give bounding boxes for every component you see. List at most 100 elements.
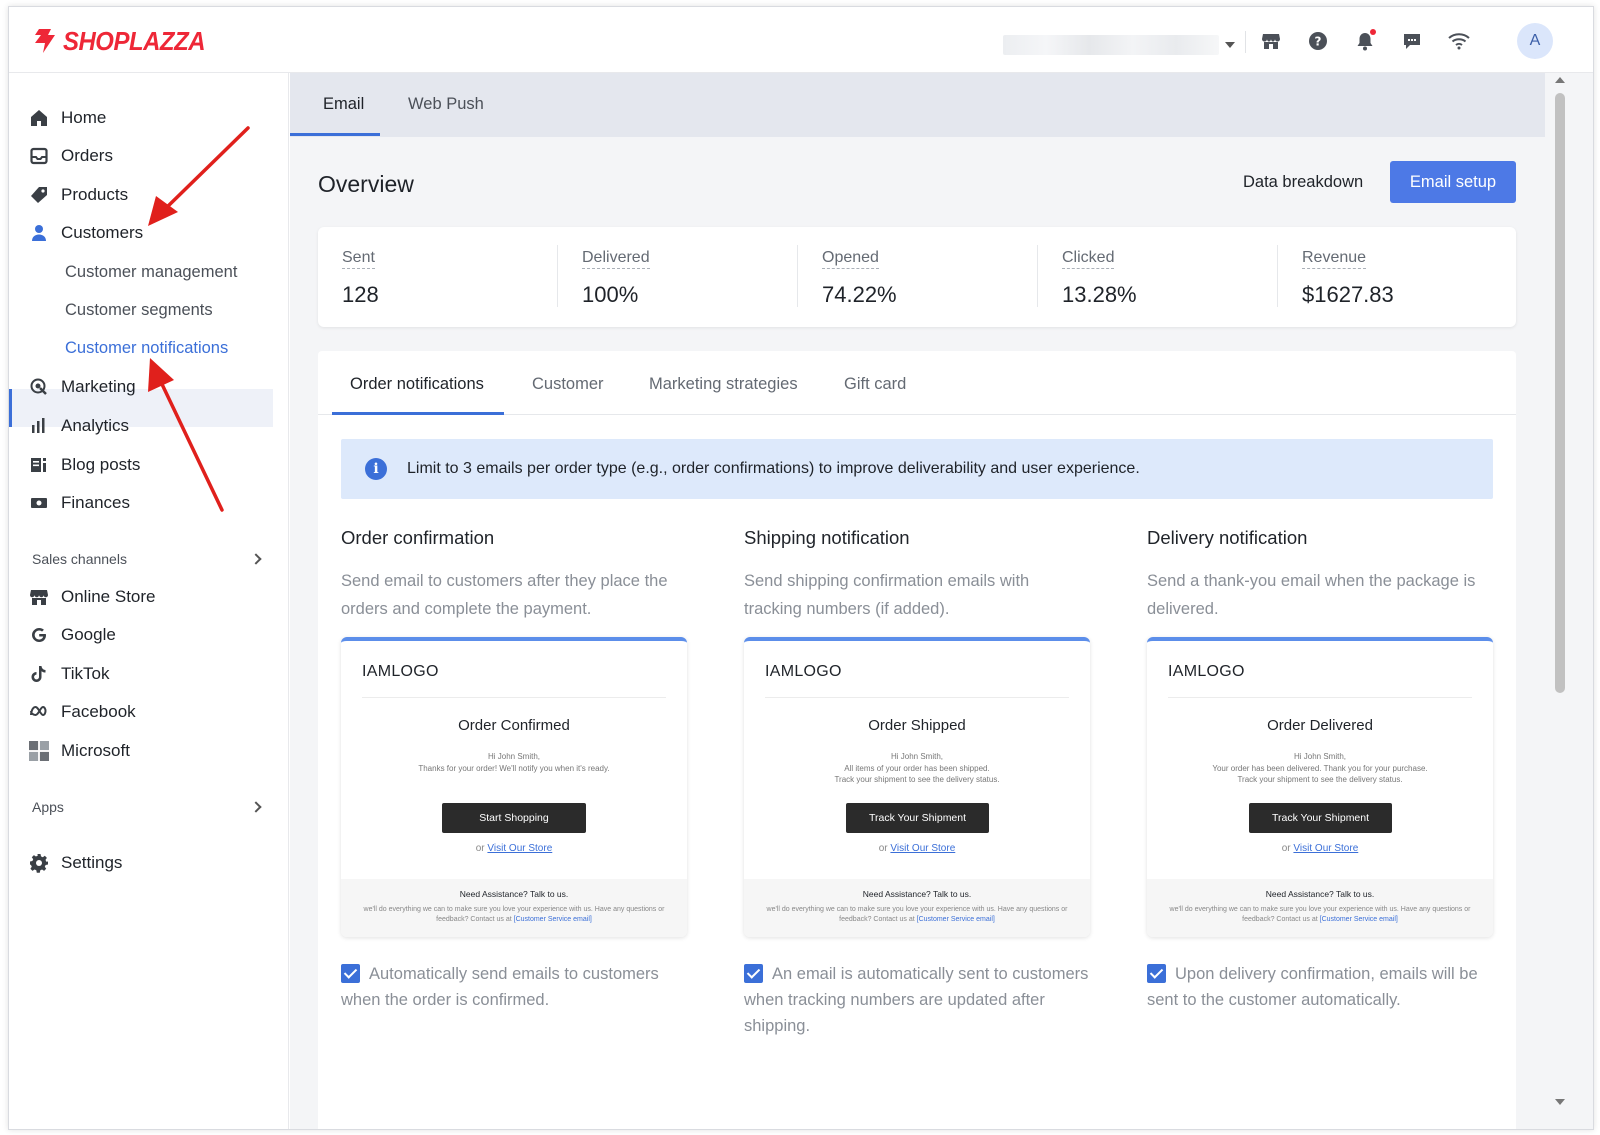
sidebar-item-marketing[interactable]: Marketing (29, 372, 136, 402)
sidebar-item-label: TikTok (61, 664, 110, 683)
checkbox-label: Upon delivery confirmation, emails will … (1147, 965, 1478, 1009)
email-body: Hi John Smith, Thanks for your order! We… (341, 751, 687, 774)
sidebar-item-facebook[interactable]: Facebook (29, 697, 136, 727)
wifi-icon[interactable] (1445, 27, 1473, 55)
notification-description: Send shipping confirmation emails with t… (744, 567, 1090, 623)
gear-icon (29, 853, 49, 873)
help-icon[interactable]: ? (1304, 27, 1332, 55)
person-icon (29, 223, 49, 243)
stat-label[interactable]: Clicked (1062, 249, 1115, 269)
info-icon: i (365, 458, 387, 480)
email-heading: Order Confirmed (458, 717, 570, 734)
sidebar-item-label: Home (61, 108, 107, 127)
sidebar-item-label: Products (61, 185, 129, 204)
store-name-blurred (1003, 35, 1219, 55)
sidebar-item-label: Orders (61, 146, 113, 165)
sidebar-item-customers[interactable]: Customers (29, 218, 143, 248)
brand-logo[interactable]: SHOPLAZZA (31, 25, 217, 57)
sidebar-item-label: Microsoft (61, 741, 130, 760)
notification-type-tabs: Order notifications Customer Marketing s… (318, 351, 1516, 415)
stat-value: 74.22% (822, 282, 897, 307)
bar-chart-icon (29, 416, 49, 436)
sidebar-item-label: Finances (61, 493, 130, 512)
bell-icon[interactable] (1351, 27, 1379, 55)
stat-label[interactable]: Delivered (582, 249, 650, 269)
footer-title: Need Assistance? Talk to us. (1265, 889, 1375, 899)
scrollbar-thumb[interactable] (1555, 93, 1565, 693)
sidebar-item-label: Online Store (61, 587, 156, 606)
sidebar-item-home[interactable]: Home (29, 103, 106, 133)
email-preview-card[interactable]: IAMLOGO Order Delivered Hi John Smith, Y… (1147, 637, 1493, 937)
email-logo: IAMLOGO (362, 663, 439, 680)
email-heading: Order Shipped (868, 717, 966, 734)
scrollbar-track[interactable] (1545, 73, 1593, 1129)
stat-revenue: Revenue $1627.83 (1278, 227, 1516, 327)
visit-store-link: Visit Our Store (487, 843, 553, 854)
sidebar-item-products[interactable]: Products (29, 180, 128, 210)
stat-value: 100% (582, 282, 639, 307)
email-cta-button: Start Shopping (442, 803, 586, 833)
tab-gift-card[interactable]: Gift card (844, 375, 906, 394)
checked-checkbox[interactable] (341, 964, 360, 983)
checkbox-label: Automatically send emails to customers w… (341, 965, 659, 1009)
email-greeting: Hi John Smith, (1293, 752, 1347, 761)
scroll-down-arrow-icon[interactable] (1555, 1099, 1565, 1105)
sidebar-subitem-customer-notifications[interactable]: Customer notifications (65, 333, 228, 363)
auto-send-checkbox-row[interactable]: Upon delivery confirmation, emails will … (1147, 961, 1497, 1013)
stat-clicked: Clicked 13.28% (1038, 227, 1278, 327)
email-setup-button[interactable]: Email setup (1390, 161, 1516, 203)
divider (362, 697, 666, 698)
svg-text:?: ? (1315, 35, 1322, 49)
stat-label[interactable]: Sent (342, 249, 375, 269)
auto-send-checkbox-row[interactable]: Automatically send emails to customers w… (341, 961, 691, 1013)
store-icon[interactable] (1257, 27, 1285, 55)
tab-web-push[interactable]: Web Push (408, 95, 484, 114)
sidebar-subitem-customer-management[interactable]: Customer management (65, 257, 237, 287)
message-icon[interactable] (1398, 27, 1426, 55)
tab-order-notifications[interactable]: Order notifications (350, 375, 484, 394)
stat-value: 13.28% (1062, 282, 1137, 307)
auto-send-checkbox-row[interactable]: An email is automatically sent to custom… (744, 961, 1094, 1039)
divider (1168, 697, 1472, 698)
meta-icon (29, 702, 49, 722)
blog-icon (29, 455, 49, 475)
or-text: or (475, 843, 485, 854)
divider (765, 697, 1069, 698)
user-avatar[interactable]: A (1517, 23, 1553, 59)
home-icon (29, 108, 49, 128)
scroll-up-arrow-icon[interactable] (1555, 77, 1565, 83)
email-preview-card[interactable]: IAMLOGO Order Shipped Hi John Smith, All… (744, 637, 1090, 937)
tab-customer[interactable]: Customer (532, 375, 604, 394)
sidebar-item-google[interactable]: Google (29, 620, 116, 650)
email-preview-card[interactable]: IAMLOGO Order Confirmed Hi John Smith, T… (341, 637, 687, 937)
sidebar-item-settings[interactable]: Settings (29, 848, 122, 878)
sidebar-item-microsoft[interactable]: Microsoft (29, 736, 130, 766)
checked-checkbox[interactable] (744, 964, 763, 983)
description-line: Send email to customers after they place… (341, 572, 668, 590)
description-line: orders and complete the payment. (341, 600, 592, 618)
email-footer: Need Assistance? Talk to us. we'll do ev… (1147, 879, 1493, 937)
top-divider (1245, 31, 1246, 53)
sidebar-item-blog-posts[interactable]: Blog posts (29, 450, 140, 480)
tab-email[interactable]: Email (323, 95, 364, 114)
sidebar-item-finances[interactable]: Finances (29, 488, 130, 518)
visit-store-link: Visit Our Store (1293, 843, 1359, 854)
sidebar-item-tiktok[interactable]: TikTok (29, 659, 110, 689)
email-store-link: or Visit Our Store (341, 843, 687, 854)
finance-icon (29, 493, 49, 513)
sidebar-item-analytics[interactable]: Analytics (29, 411, 129, 441)
section-label: Sales channels (32, 551, 127, 567)
sidebar-item-orders[interactable]: Orders (29, 141, 113, 171)
chevron-right-icon (250, 553, 262, 565)
sidebar-section-sales-channels[interactable]: Sales channels (32, 548, 264, 570)
visit-store-link: Visit Our Store (890, 843, 956, 854)
tab-marketing-strategies[interactable]: Marketing strategies (649, 375, 798, 394)
sidebar-section-apps[interactable]: Apps (32, 796, 264, 818)
stat-label[interactable]: Opened (822, 249, 879, 269)
store-selector[interactable] (1003, 35, 1235, 55)
data-breakdown-link[interactable]: Data breakdown (1243, 173, 1363, 192)
checked-checkbox[interactable] (1147, 964, 1166, 983)
sidebar-item-online-store[interactable]: Online Store (29, 582, 156, 612)
stat-label[interactable]: Revenue (1302, 249, 1367, 269)
sidebar-subitem-customer-segments[interactable]: Customer segments (65, 295, 213, 325)
